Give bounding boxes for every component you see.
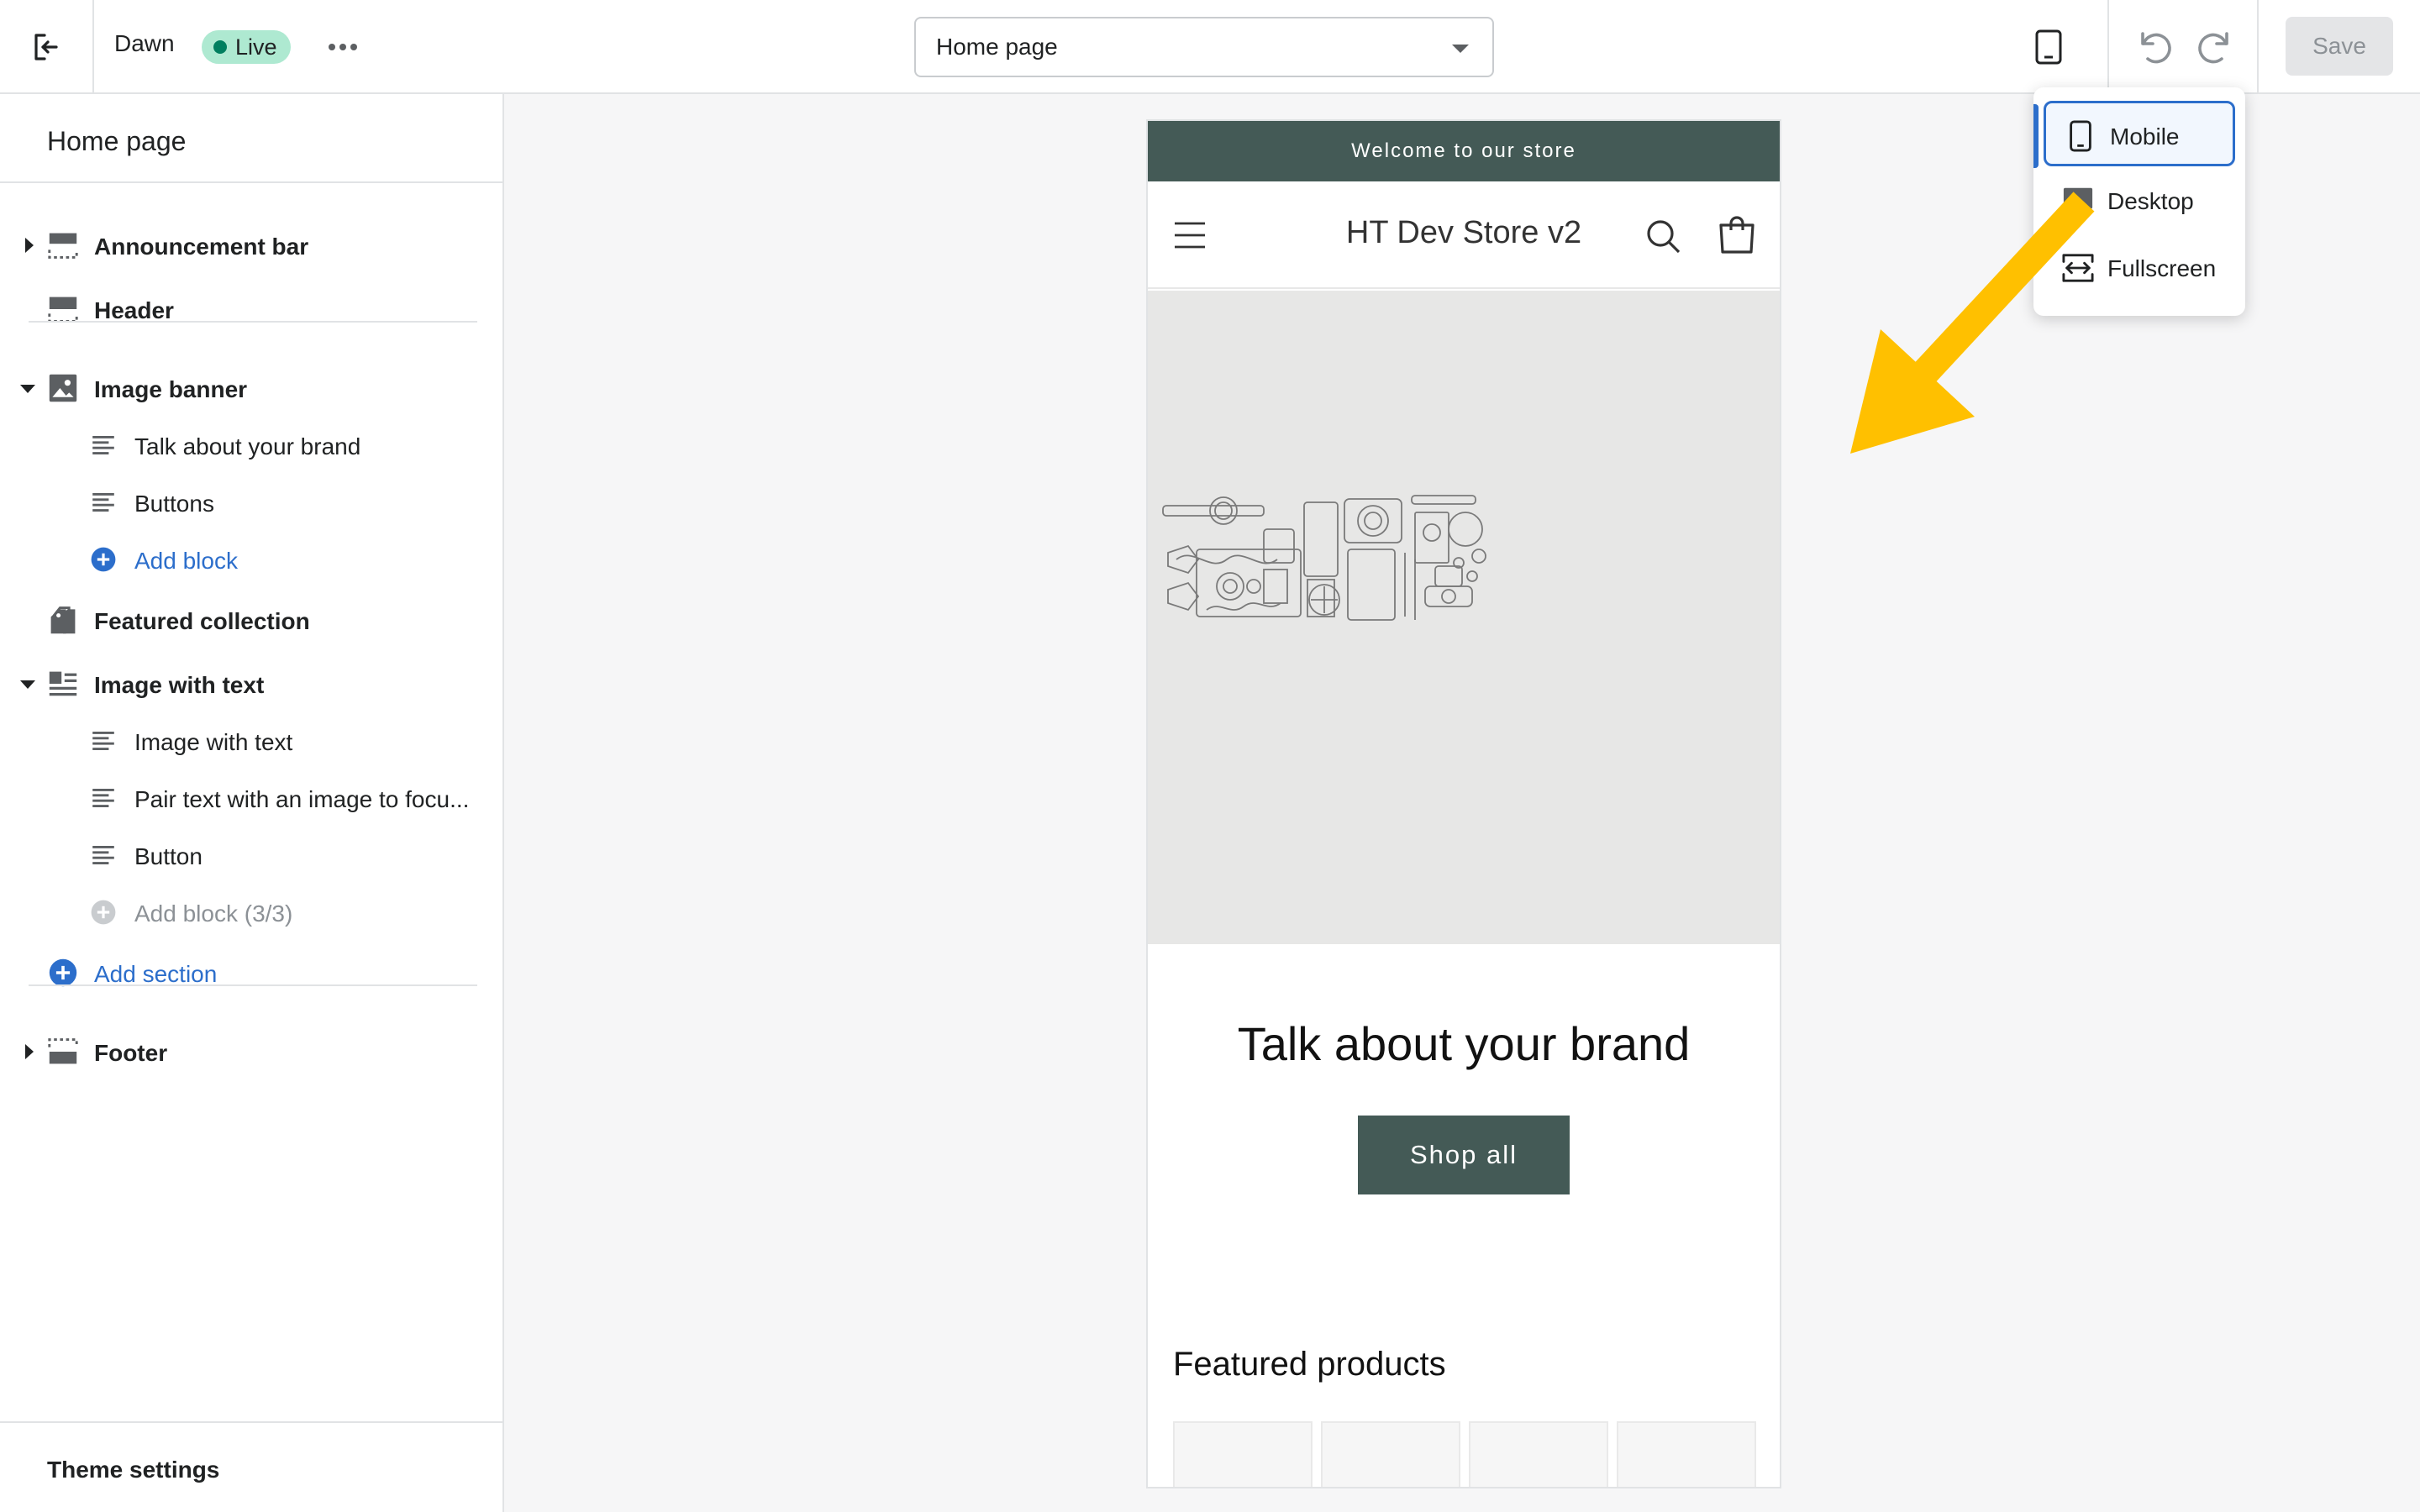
theme-settings-button[interactable]: Theme settings	[0, 1421, 502, 1512]
store-header: HT Dev Store v2	[1148, 181, 1780, 289]
add-block-button-disabled: Add block (3/3)	[0, 887, 502, 937]
mobile-icon	[2035, 29, 2062, 65]
sidebar-title: Home page	[47, 126, 187, 156]
store-name[interactable]: HT Dev Store v2	[1148, 215, 1780, 251]
featured-products-heading[interactable]: Featured products	[1173, 1346, 1446, 1383]
more-actions-button[interactable]	[324, 30, 361, 64]
caret-down-icon	[1452, 45, 1469, 53]
divider	[2257, 0, 2259, 94]
add-section-button[interactable]: Add section	[0, 948, 502, 998]
collection-tag-icon	[50, 606, 76, 634]
block-talk-about-your-brand[interactable]: Talk about your brand	[0, 420, 502, 470]
plus-circle-icon	[91, 900, 116, 925]
theme-editor: Dawn Live Home page Save Home page Annou…	[0, 0, 2420, 1512]
undo-icon	[2141, 32, 2171, 64]
collapse-toggle-icon[interactable]	[20, 680, 35, 689]
plus-circle-icon	[49, 958, 77, 987]
device-option-mobile[interactable]: Mobile	[2044, 101, 2235, 166]
header-icon	[48, 297, 78, 323]
section-footer[interactable]: Footer	[0, 1026, 502, 1077]
image-icon	[49, 374, 77, 402]
exit-button[interactable]	[0, 0, 94, 94]
exit-icon	[34, 34, 58, 60]
live-label: Live	[235, 34, 277, 60]
section-image-banner[interactable]: Image banner	[0, 363, 502, 413]
section-image-with-text[interactable]: Image with text	[0, 659, 502, 709]
top-bar: Dawn Live Home page Save	[0, 0, 2420, 94]
section-featured-collection[interactable]: Featured collection	[0, 595, 502, 645]
theme-name: Dawn	[114, 30, 175, 56]
text-block-icon	[92, 788, 114, 808]
divider	[0, 181, 502, 183]
add-block-label: Add block	[134, 548, 238, 574]
block-buttons[interactable]: Buttons	[0, 477, 502, 528]
product-card[interactable]	[1321, 1421, 1460, 1487]
shop-all-button[interactable]: Shop all	[1358, 1116, 1570, 1194]
section-label: Announcement bar	[94, 234, 309, 260]
block-label: Buttons	[134, 491, 214, 517]
text-block-icon	[92, 435, 114, 455]
image-banner[interactable]	[1148, 291, 1780, 944]
section-label: Featured collection	[94, 608, 310, 634]
redo-button[interactable]	[2190, 22, 2240, 72]
save-button[interactable]: Save	[2286, 17, 2393, 76]
block-image-with-text-heading[interactable]: Image with text	[0, 716, 502, 766]
device-option-label: Mobile	[2110, 123, 2180, 150]
section-label: Footer	[94, 1040, 168, 1066]
sections-sidebar: Home page Announcement bar Header Image …	[0, 94, 504, 1512]
product-card[interactable]	[1173, 1421, 1313, 1487]
divider	[2107, 0, 2109, 94]
device-option-label: Desktop	[2107, 188, 2194, 214]
add-block-label: Add block (3/3)	[134, 900, 293, 927]
desktop-icon	[2063, 187, 2093, 214]
redo-icon	[2198, 32, 2228, 64]
block-button[interactable]: Button	[0, 830, 502, 880]
more-horizontal-icon	[329, 44, 357, 50]
block-label: Button	[134, 843, 203, 869]
text-block-icon	[92, 845, 114, 865]
device-option-fullscreen[interactable]: Fullscreen	[2044, 235, 2235, 301]
announcement-bar-icon	[48, 233, 78, 259]
cart-icon[interactable]	[1718, 215, 1756, 255]
section-header[interactable]: Header	[0, 284, 502, 334]
block-pair-text[interactable]: Pair text with an image to focu...	[0, 773, 502, 823]
fullscreen-icon	[2062, 254, 2094, 282]
section-announcement-bar[interactable]: Announcement bar	[0, 220, 502, 270]
block-label: Pair text with an image to focu...	[134, 786, 470, 812]
device-option-desktop[interactable]: Desktop	[2044, 168, 2235, 234]
live-dot-icon	[213, 40, 227, 54]
divider	[29, 984, 477, 986]
text-block-icon	[92, 731, 114, 751]
product-card[interactable]	[1469, 1421, 1608, 1487]
expand-toggle-icon[interactable]	[25, 1044, 34, 1059]
banner-heading[interactable]: Talk about your brand	[1148, 1016, 1780, 1071]
store-preview: Welcome to our store HT Dev Store v2 Tal…	[1148, 121, 1780, 1487]
mobile-icon	[2070, 120, 2091, 152]
add-block-button[interactable]: Add block	[0, 534, 502, 585]
undo-button[interactable]	[2129, 22, 2180, 72]
page-selector-value: Home page	[936, 34, 1058, 60]
live-status-badge: Live	[202, 30, 291, 64]
selected-marker	[2033, 104, 2039, 168]
lifestyle-placeholder-illustration	[1162, 495, 1486, 621]
expand-toggle-icon[interactable]	[25, 238, 34, 253]
collapse-toggle-icon[interactable]	[20, 385, 35, 393]
block-label: Image with text	[134, 729, 293, 755]
page-selector[interactable]: Home page	[914, 17, 1494, 77]
section-label: Image banner	[94, 376, 248, 402]
device-preview-menu: Mobile Desktop Fullscreen	[2033, 87, 2245, 316]
text-block-icon	[92, 492, 114, 512]
announcement-bar[interactable]: Welcome to our store	[1148, 121, 1780, 181]
device-option-label: Fullscreen	[2107, 255, 2217, 281]
theme-settings-label: Theme settings	[47, 1457, 220, 1483]
image-with-text-icon	[49, 671, 77, 696]
device-preview-button[interactable]	[2020, 18, 2077, 76]
search-icon[interactable]	[1645, 218, 1682, 255]
plus-circle-icon	[91, 547, 116, 572]
block-label: Talk about your brand	[134, 433, 361, 459]
divider	[29, 321, 477, 323]
footer-icon	[48, 1038, 78, 1064]
product-card[interactable]	[1617, 1421, 1756, 1487]
section-label: Image with text	[94, 672, 265, 698]
